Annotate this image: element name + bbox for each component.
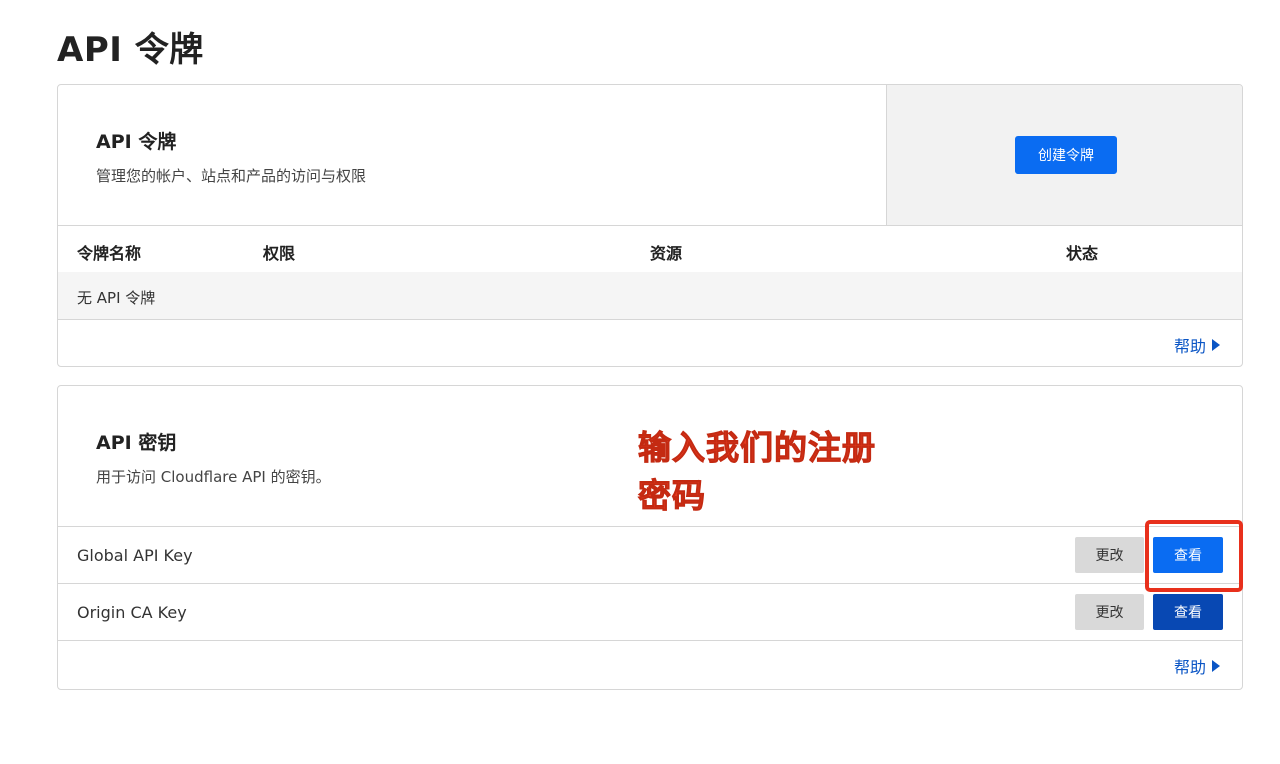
tokens-help-row: 帮助	[58, 320, 1242, 366]
api-tokens-heading: API 令牌	[96, 131, 177, 153]
change-origin-ca-key-button[interactable]: 更改	[1075, 594, 1144, 630]
api-keys-heading: API 密钥	[96, 432, 177, 454]
view-global-key-button[interactable]: 查看	[1153, 537, 1223, 573]
api-tokens-header: API 令牌 管理您的帐户、站点和产品的访问与权限 创建令牌	[58, 85, 1242, 226]
column-header-permissions[interactable]: 权限	[263, 240, 295, 264]
create-token-button[interactable]: 创建令牌	[1015, 136, 1117, 174]
keys-help-row: 帮助	[58, 641, 1242, 687]
tokens-empty-row: 无 API 令牌	[58, 272, 1242, 320]
change-global-key-button[interactable]: 更改	[1075, 537, 1144, 573]
tokens-help-link[interactable]: 帮助	[1174, 333, 1220, 357]
api-tokens-description: 管理您的帐户、站点和产品的访问与权限	[96, 167, 367, 185]
key-row-origin-ca-key: Origin CA Key 更改 查看	[58, 584, 1242, 641]
column-header-status[interactable]: 状态	[1066, 240, 1098, 264]
keys-help-link[interactable]: 帮助	[1174, 654, 1220, 678]
key-row-global-api-key: Global API Key 更改 查看	[58, 527, 1242, 584]
tokens-table-header: 令牌名称 权限 资源 状态	[58, 226, 1242, 272]
api-tokens-card: API 令牌 管理您的帐户、站点和产品的访问与权限 创建令牌 令牌名称 权限 资…	[57, 84, 1243, 367]
keys-help-label: 帮助	[1173, 658, 1206, 677]
column-header-resources[interactable]: 资源	[650, 240, 682, 264]
key-name: Global API Key	[77, 546, 193, 565]
key-name: Origin CA Key	[77, 603, 187, 622]
tutorial-annotation: 输入我们的注册密码	[638, 428, 876, 516]
caret-right-icon	[1212, 339, 1220, 351]
tokens-help-label: 帮助	[1173, 337, 1206, 356]
create-token-panel: 创建令牌	[886, 85, 1242, 225]
page-title: API 令牌	[57, 30, 204, 70]
view-origin-ca-key-button[interactable]: 查看	[1153, 594, 1223, 630]
tokens-empty-message: 无 API 令牌	[77, 289, 156, 307]
caret-right-icon	[1212, 660, 1220, 672]
column-header-token-name[interactable]: 令牌名称	[77, 240, 141, 264]
api-keys-description: 用于访问 Cloudflare API 的密钥。	[96, 468, 331, 486]
